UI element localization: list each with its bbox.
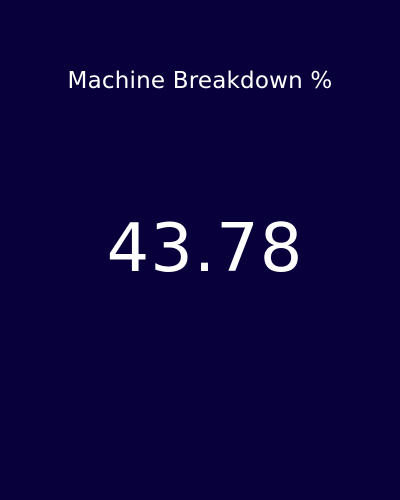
- kpi-value: 43.78: [106, 209, 304, 287]
- kpi-title: Machine Breakdown %: [67, 68, 333, 94]
- kpi-card: Machine Breakdown % 43.78: [0, 0, 400, 500]
